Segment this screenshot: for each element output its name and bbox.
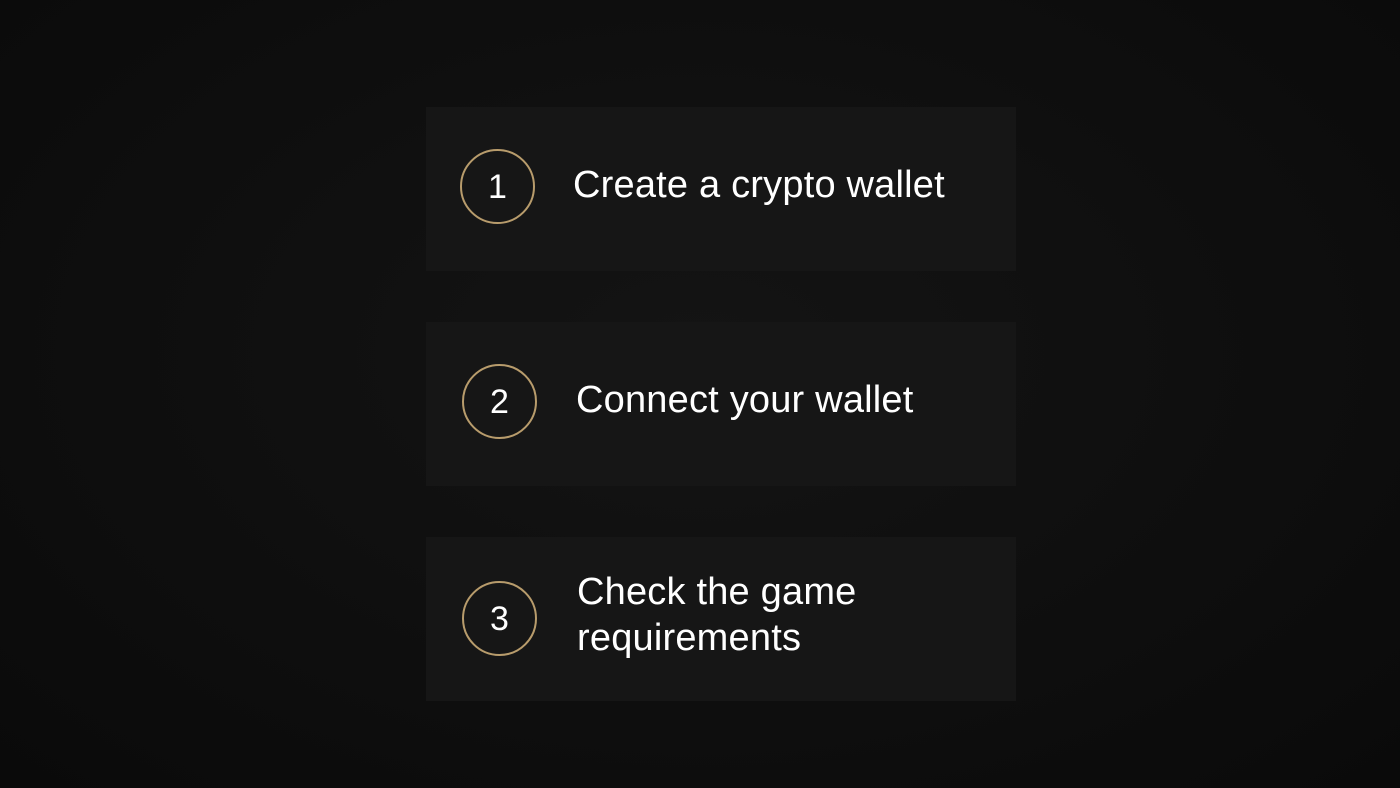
step-number-badge: 1 xyxy=(460,149,535,224)
step-create-wallet: 1 Create a crypto wallet xyxy=(426,107,1016,271)
step-label-line: Check the game xyxy=(577,571,857,613)
steps-list: 1 Create a crypto wallet 2 Connect your … xyxy=(426,107,1016,701)
step-number-badge: 3 xyxy=(462,581,537,656)
step-check-requirements: 3 Check the game requirements xyxy=(426,537,1016,701)
step-label: Check the game requirements xyxy=(577,569,996,661)
step-label: Connect your wallet xyxy=(576,379,914,421)
step-label: Create a crypto wallet xyxy=(573,164,945,206)
step-number-badge: 2 xyxy=(462,364,537,439)
step-label-line: requirements xyxy=(577,617,802,659)
step-connect-wallet: 2 Connect your wallet xyxy=(426,322,1016,486)
